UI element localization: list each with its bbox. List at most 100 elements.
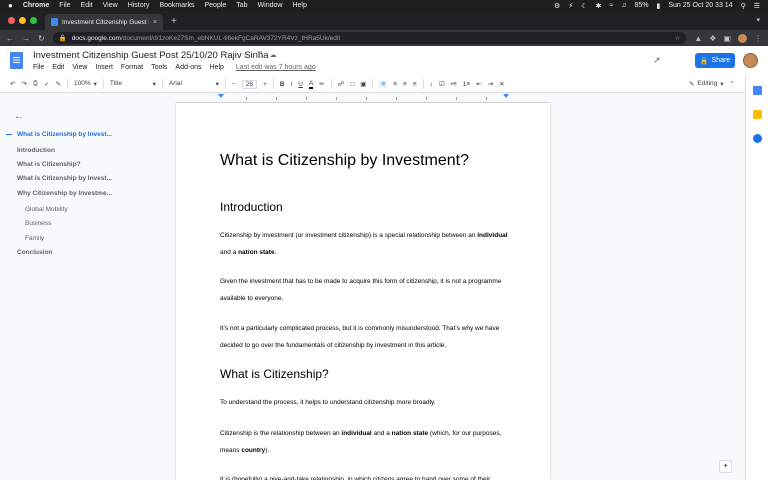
- outline-item[interactable]: What is Citizenship by Invest...: [17, 131, 112, 138]
- docs-menu-edit[interactable]: Edit: [52, 64, 64, 71]
- align-justify-icon[interactable]: ≡: [413, 81, 417, 88]
- bulleted-list-icon[interactable]: •≡: [451, 81, 457, 88]
- outline-subitem[interactable]: Family: [25, 235, 44, 242]
- style-select[interactable]: Title ▾: [110, 80, 156, 88]
- speaker-icon[interactable]: ♫: [621, 2, 626, 9]
- extension-icon[interactable]: ▲: [694, 34, 702, 43]
- editing-mode-select[interactable]: ✎ Editing ▾: [689, 80, 724, 88]
- browser-tab[interactable]: Investment Citizenship Guest P ×: [45, 14, 163, 30]
- reload-icon[interactable]: ↻: [38, 34, 45, 43]
- document-page[interactable]: What is Citizenship by Investment? Intro…: [176, 103, 550, 480]
- docs-menu-insert[interactable]: Insert: [95, 64, 113, 71]
- document-title[interactable]: Investment Citizenship Guest Post 25/10/…: [33, 50, 269, 61]
- docs-menu-view[interactable]: View: [72, 64, 87, 71]
- font-size-increase-button[interactable]: +: [263, 81, 267, 88]
- minimize-window-button[interactable]: [19, 17, 26, 24]
- clock[interactable]: Sun 25 Oct 20 33 14: [668, 2, 732, 9]
- move-folder-icon[interactable]: ❐: [256, 51, 262, 59]
- menu-history[interactable]: History: [128, 2, 150, 9]
- spellcheck-icon[interactable]: ✓: [44, 80, 49, 88]
- sync-icon[interactable]: ⚙: [554, 2, 560, 10]
- moon-icon[interactable]: ☾: [581, 2, 587, 10]
- link-icon[interactable]: ☍: [338, 80, 345, 88]
- bolt-icon[interactable]: ⚡: [568, 2, 573, 10]
- image-icon[interactable]: ▣: [360, 80, 366, 88]
- last-edit-link[interactable]: Last edit was 7 hours ago: [236, 64, 316, 71]
- bluetooth-icon[interactable]: ✱: [596, 2, 602, 10]
- close-outline-icon[interactable]: ←: [14, 111, 24, 122]
- menu-edit[interactable]: Edit: [81, 2, 93, 9]
- star-icon[interactable]: ☆: [243, 51, 249, 59]
- outline-item[interactable]: Introduction: [17, 147, 55, 154]
- menu-file[interactable]: File: [59, 2, 70, 9]
- text-color-button[interactable]: A: [308, 80, 314, 89]
- align-right-icon[interactable]: ≡: [403, 81, 407, 88]
- outline-item[interactable]: Conclusion: [17, 249, 52, 256]
- tasks-icon[interactable]: [753, 134, 762, 143]
- undo-icon[interactable]: ↶: [10, 80, 15, 88]
- puzzle-icon[interactable]: ❖: [709, 34, 716, 43]
- new-tab-button[interactable]: +: [163, 14, 185, 30]
- line-spacing-icon[interactable]: ↕: [430, 81, 433, 88]
- docs-menu-format[interactable]: Format: [121, 64, 143, 71]
- wifi-icon[interactable]: ≈: [609, 2, 613, 9]
- right-indent-marker[interactable]: [503, 94, 509, 98]
- checklist-icon[interactable]: ☑: [439, 80, 445, 88]
- address-bar[interactable]: 🔒 docs.google.com/document/d/1zoKe27Sm_e…: [52, 32, 687, 44]
- align-center-icon[interactable]: ≡: [393, 81, 397, 88]
- back-icon[interactable]: ←: [6, 34, 14, 43]
- keep-icon[interactable]: [753, 110, 762, 119]
- cloud-status-icon[interactable]: ☁: [270, 51, 277, 59]
- menu-tab[interactable]: Tab: [236, 2, 247, 9]
- bookmark-star-icon[interactable]: ☆: [675, 34, 681, 42]
- font-size-input[interactable]: 26: [241, 79, 257, 89]
- bold-button[interactable]: B: [280, 81, 285, 88]
- battery-icon[interactable]: ▮: [657, 2, 661, 10]
- lock-icon[interactable]: 🔒: [59, 34, 67, 42]
- menu-help[interactable]: Help: [292, 2, 306, 9]
- outline-item[interactable]: What is Citizenship?: [17, 161, 81, 168]
- italic-button[interactable]: I: [290, 81, 292, 88]
- comment-icon[interactable]: □: [350, 81, 354, 88]
- share-button[interactable]: 🔒 Share: [695, 53, 735, 68]
- increase-indent-icon[interactable]: ⇥: [488, 80, 493, 88]
- outline-item[interactable]: What is Citizenship by Invest...: [17, 175, 112, 182]
- zoom-select[interactable]: 100% ▾: [74, 80, 97, 88]
- tab-search-icon[interactable]: ▾: [756, 11, 768, 30]
- font-size-decrease-button[interactable]: −: [232, 81, 236, 88]
- zoom-window-button[interactable]: [30, 17, 37, 24]
- apple-icon[interactable]: ●: [8, 1, 13, 10]
- outline-item[interactable]: Why Citizenship by Investme...: [17, 190, 112, 197]
- docs-menu-addons[interactable]: Add-ons: [175, 64, 201, 71]
- left-indent-marker[interactable]: [218, 94, 224, 98]
- highlight-icon[interactable]: ✏: [319, 80, 324, 88]
- underline-button[interactable]: U: [298, 81, 303, 88]
- redo-icon[interactable]: ↷: [21, 80, 26, 88]
- activity-trend-icon[interactable]: ↗: [653, 55, 661, 66]
- user-avatar[interactable]: [743, 53, 758, 68]
- close-window-button[interactable]: [8, 17, 15, 24]
- menu-view[interactable]: View: [103, 2, 118, 9]
- ruler[interactable]: [176, 93, 550, 103]
- font-select[interactable]: Arial ▾: [169, 80, 219, 88]
- outline-subitem[interactable]: Global Mobility: [25, 206, 68, 213]
- menu-people[interactable]: People: [204, 2, 226, 9]
- cast-icon[interactable]: ▣: [723, 34, 731, 43]
- print-icon[interactable]: ⎙: [33, 80, 38, 88]
- paint-format-icon[interactable]: ✎: [56, 80, 61, 88]
- align-left-icon[interactable]: ≡: [379, 80, 388, 88]
- clear-formatting-icon[interactable]: ✕: [499, 80, 504, 88]
- docs-menu-file[interactable]: File: [33, 64, 44, 71]
- menu-chrome[interactable]: Chrome: [23, 2, 49, 9]
- docs-logo-icon[interactable]: [10, 52, 23, 69]
- docs-menu-tools[interactable]: Tools: [151, 64, 167, 71]
- explore-icon[interactable]: ✦: [719, 460, 732, 473]
- forward-icon[interactable]: →: [22, 34, 30, 43]
- menu-bookmarks[interactable]: Bookmarks: [159, 2, 194, 9]
- search-icon[interactable]: ⚲: [741, 2, 746, 10]
- more-icon[interactable]: ⋮: [754, 34, 762, 43]
- decrease-indent-icon[interactable]: ⇤: [476, 80, 481, 88]
- profile-avatar[interactable]: [738, 33, 747, 43]
- collapse-toolbar-icon[interactable]: ⌃: [730, 80, 735, 88]
- numbered-list-icon[interactable]: 1≡: [463, 81, 470, 88]
